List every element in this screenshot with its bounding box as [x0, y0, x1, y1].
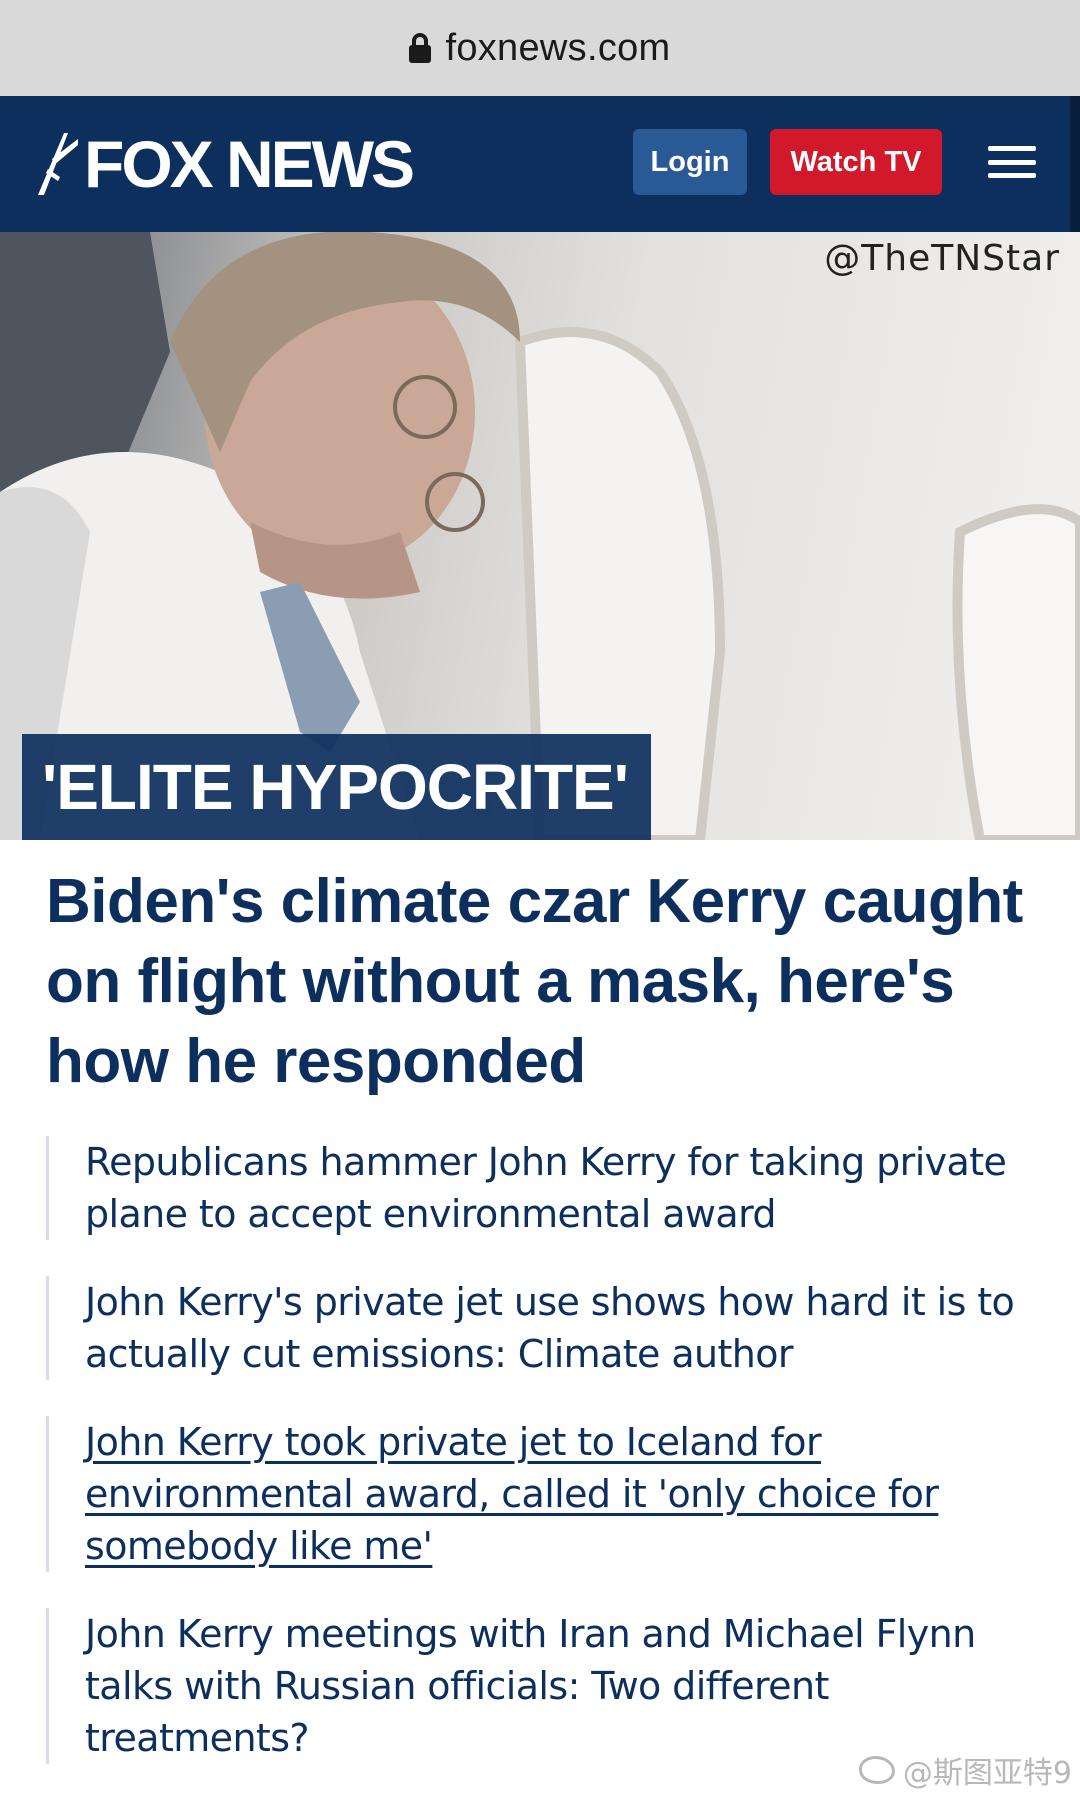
related-story-link[interactable]: John Kerry took private jet to Iceland f…	[85, 1420, 939, 1568]
logo-text: FOX NEWS	[84, 127, 415, 201]
story-kicker[interactable]: 'ELITE HYPOCRITE'	[22, 734, 651, 840]
related-story[interactable]: John Kerry meetings with Iran and Michae…	[46, 1608, 1036, 1764]
fox-news-logo[interactable]: FOX NEWS	[34, 127, 415, 201]
photo-credit-watermark: @TheTNStar	[824, 238, 1060, 279]
browser-address-bar[interactable]: foxnews.com	[0, 0, 1080, 96]
related-story-link[interactable]: John Kerry meetings with Iran and Michae…	[85, 1612, 976, 1760]
related-story-link[interactable]: John Kerry's private jet use shows how h…	[85, 1280, 1015, 1376]
related-story[interactable]: John Kerry took private jet to Iceland f…	[46, 1416, 1036, 1572]
related-stories-list: Republicans hammer John Kerry for taking…	[46, 1136, 1036, 1800]
related-story[interactable]: Republicans hammer John Kerry for taking…	[46, 1136, 1036, 1240]
hamburger-menu-icon[interactable]	[988, 146, 1036, 178]
header-scroll-edge	[1070, 96, 1080, 232]
share-watermark: @斯图亚特9	[858, 1748, 1072, 1792]
url-text: foxnews.com	[445, 26, 671, 69]
login-button[interactable]: Login	[633, 129, 747, 195]
article-headline[interactable]: Biden's climate czar Kerry caught on fli…	[46, 862, 1046, 1102]
watch-tv-button[interactable]: Watch TV	[770, 129, 942, 195]
weibo-logo-icon	[858, 1756, 895, 1784]
lock-icon	[409, 33, 432, 63]
share-watermark-text: @斯图亚特9	[902, 1756, 1072, 1791]
related-story[interactable]: John Kerry's private jet use shows how h…	[46, 1276, 1036, 1380]
fox-logo-mark-icon	[38, 133, 78, 195]
site-header: FOX NEWS Login Watch TV	[0, 96, 1080, 232]
url-display[interactable]: foxnews.com	[409, 27, 670, 70]
related-story-link[interactable]: Republicans hammer John Kerry for taking…	[85, 1140, 1007, 1236]
